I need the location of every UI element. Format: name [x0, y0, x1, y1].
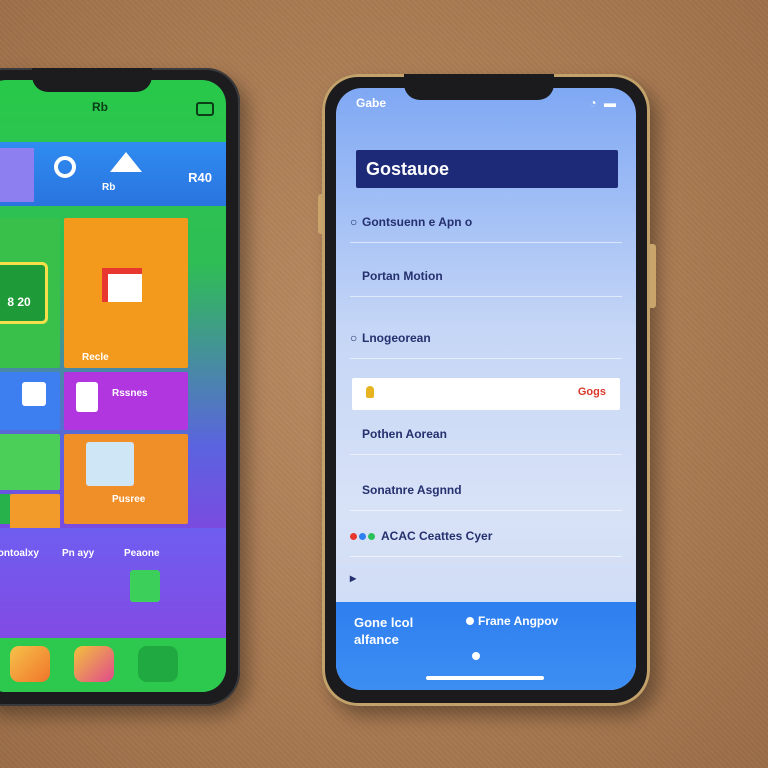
- right-footer-bar: Gone lcol alfance Frane Angpov: [336, 602, 636, 690]
- tile-light-green[interactable]: [0, 434, 60, 490]
- right-phone: Gabe ◔ ▬ Gostauoe ○ Gontsuenn e Apn o Por…: [318, 74, 656, 706]
- photo-icon: [102, 268, 142, 302]
- bottom-label-2: Pn ayy: [62, 548, 95, 559]
- list-icon: [22, 382, 46, 406]
- tile-orange-2-label: Pusree: [112, 494, 146, 505]
- picture-icon: [86, 442, 134, 486]
- right-notch: [404, 74, 554, 100]
- flower-app-icon[interactable]: [74, 646, 114, 682]
- highlighted-row-tag: Gogs: [577, 386, 606, 398]
- settings-row-label: Portan Motion: [362, 269, 443, 283]
- left-phone-screen: Rb Rb R40 8 20 Recle Rssnes Pusree Gonto…: [0, 80, 226, 692]
- tile-orange-label: Recle: [82, 352, 109, 363]
- left-notch: [32, 68, 152, 92]
- settings-row[interactable]: Portan Motion: [350, 256, 622, 297]
- settings-row-label: Gontsuenn e Apn o: [362, 215, 473, 229]
- settings-row[interactable]: Pothen Aorean: [350, 414, 622, 455]
- settings-row-label: Lnogeorean: [362, 331, 431, 345]
- footer-left-text[interactable]: Gone lcol alfance: [354, 614, 454, 648]
- left-phone: Rb Rb R40 8 20 Recle Rssnes Pusree Gonto…: [0, 68, 240, 706]
- volume-button: [318, 194, 322, 234]
- document-icon: [76, 382, 98, 412]
- settings-row-label: Sonatnre Asgnnd: [362, 483, 462, 497]
- left-status-label: Rb: [92, 100, 108, 114]
- grid-app-icon[interactable]: [130, 570, 160, 602]
- bottom-label-1: Gontoalxy: [0, 548, 39, 559]
- left-dock: [0, 638, 226, 692]
- footer-right-item[interactable]: Frane Angpov: [466, 614, 558, 628]
- footer-right-text: Frane Angpov: [478, 614, 559, 628]
- settings-row[interactable]: Sonatnre Asgnnd: [350, 470, 622, 511]
- settings-row-label: Pothen Aorean: [362, 427, 447, 441]
- status-time: Gabe: [356, 96, 387, 110]
- photos-app-icon[interactable]: [10, 646, 50, 682]
- color-dots-icon: [350, 516, 377, 556]
- home-icon[interactable]: [110, 152, 142, 172]
- settings-row-label: ACAC Ceattes Cyer: [381, 529, 493, 543]
- page-indicator: [472, 652, 480, 660]
- top-bar-label: Rb: [102, 182, 116, 193]
- top-bar-tile[interactable]: [0, 148, 34, 202]
- status-icons: ◔ ▬: [589, 96, 618, 110]
- settings-row[interactable]: ○ Gontsuenn e Apn o: [350, 202, 622, 243]
- home-indicator[interactable]: [426, 676, 544, 680]
- settings-row-empty[interactable]: ▸: [350, 558, 622, 598]
- bottom-label-3: Peaone: [124, 548, 160, 559]
- gear-icon[interactable]: [54, 156, 76, 178]
- highlighted-row[interactable]: Gogs: [352, 378, 620, 410]
- row-bullet-icon: ○: [350, 331, 358, 345]
- right-phone-screen: Gabe ◔ ▬ Gostauoe ○ Gontsuenn e Apn o Por…: [336, 88, 636, 690]
- left-top-bar: Rb R40: [0, 142, 226, 206]
- calendar-card-icon[interactable]: 8 20: [0, 262, 48, 324]
- play-icon: ▸: [350, 571, 357, 585]
- settings-row[interactable]: ACAC Ceattes Cyer: [350, 516, 622, 557]
- row-bullet-icon: ○: [350, 215, 358, 229]
- top-bar-value: R40: [188, 170, 212, 185]
- bell-icon: [366, 386, 374, 398]
- page-title: Gostauoe: [356, 150, 618, 188]
- settings-row[interactable]: ○ Lnogeorean: [350, 318, 622, 359]
- phone-app-icon[interactable]: [138, 646, 178, 682]
- tile-purple-label: Rssnes: [112, 388, 148, 399]
- power-button: [650, 244, 656, 308]
- footer-dot-icon: [466, 617, 474, 625]
- battery-icon: [196, 102, 214, 116]
